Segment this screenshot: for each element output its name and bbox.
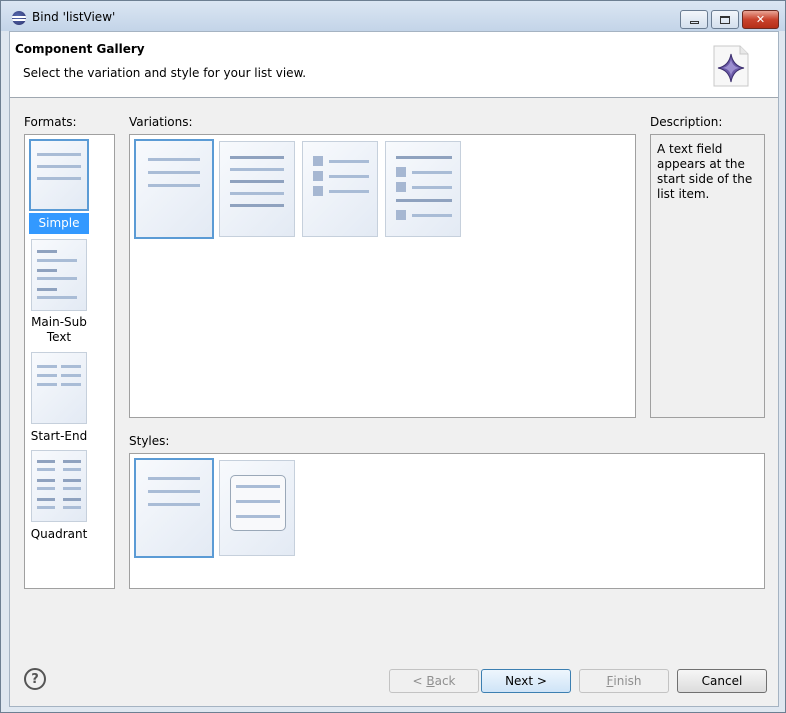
formats-label: Formats: <box>24 115 77 129</box>
format-thumb-quadrant[interactable] <box>31 450 87 522</box>
format-thumb-main-sub-text[interactable] <box>31 239 87 311</box>
wizard-header: Component Gallery Select the variation a… <box>10 32 778 98</box>
variation-thumb[interactable] <box>302 141 378 237</box>
help-glyph: ? <box>31 671 39 687</box>
format-label-main-sub-line1: Main-Sub <box>31 315 87 329</box>
style-thumb[interactable] <box>219 460 295 556</box>
eclipse-app-icon <box>12 11 26 25</box>
format-label-start-end[interactable]: Start-End <box>29 429 89 443</box>
format-label-quadrant[interactable]: Quadrant <box>29 527 89 541</box>
style-thumb[interactable] <box>134 458 214 558</box>
format-label-main-sub-line2: Text <box>46 330 72 344</box>
finish-button[interactable]: Finish <box>579 669 669 693</box>
close-icon: ✕ <box>755 13 766 26</box>
title-bar[interactable]: Bind 'listView' ✕ <box>1 1 785 31</box>
minimize-button[interactable] <box>680 10 708 29</box>
description-text: A text field appears at the start side o… <box>657 142 753 201</box>
variation-thumb[interactable] <box>219 141 295 237</box>
back-prefix: < <box>412 674 427 688</box>
window-title: Bind 'listView' <box>32 10 116 24</box>
styles-gallery[interactable] <box>129 453 765 589</box>
wizard-banner-icon <box>713 45 749 87</box>
minimize-icon <box>689 21 699 24</box>
back-mnemonic: B <box>426 674 435 688</box>
next-button[interactable]: Next > <box>481 669 571 693</box>
variation-thumb[interactable] <box>385 141 461 237</box>
variations-label: Variations: <box>129 115 193 129</box>
styles-label: Styles: <box>129 434 170 448</box>
finish-label-rest: inish <box>613 674 642 688</box>
cancel-button[interactable]: Cancel <box>677 669 767 693</box>
help-icon[interactable]: ? <box>24 668 46 690</box>
close-button[interactable]: ✕ <box>742 10 779 29</box>
finish-mnemonic: F <box>606 674 614 688</box>
maximize-icon <box>720 15 730 24</box>
format-label-simple[interactable]: Simple <box>29 213 89 234</box>
page-subtitle: Select the variation and style for your … <box>23 66 307 80</box>
variation-thumb[interactable] <box>134 139 214 239</box>
description-label: Description: <box>650 115 723 129</box>
page-title: Component Gallery <box>15 42 145 56</box>
back-label-rest: ack <box>434 674 456 688</box>
description-panel: A text field appears at the start side o… <box>650 134 765 418</box>
card-style-preview <box>230 475 286 531</box>
format-label-main-sub-text[interactable]: Main-Sub Text <box>29 315 89 345</box>
format-thumb-start-end[interactable] <box>31 352 87 424</box>
variations-gallery[interactable] <box>129 134 636 418</box>
dialog-window: Bind 'listView' ✕ Component Gallery Sele… <box>0 0 786 713</box>
format-thumb-simple[interactable] <box>29 139 89 211</box>
back-button[interactable]: < Back <box>389 669 479 693</box>
dialog-client-area: Component Gallery Select the variation a… <box>9 31 779 707</box>
formats-list[interactable]: Simple Main-Sub Text Start-End Quadrant <box>24 134 115 589</box>
maximize-button[interactable] <box>711 10 739 29</box>
